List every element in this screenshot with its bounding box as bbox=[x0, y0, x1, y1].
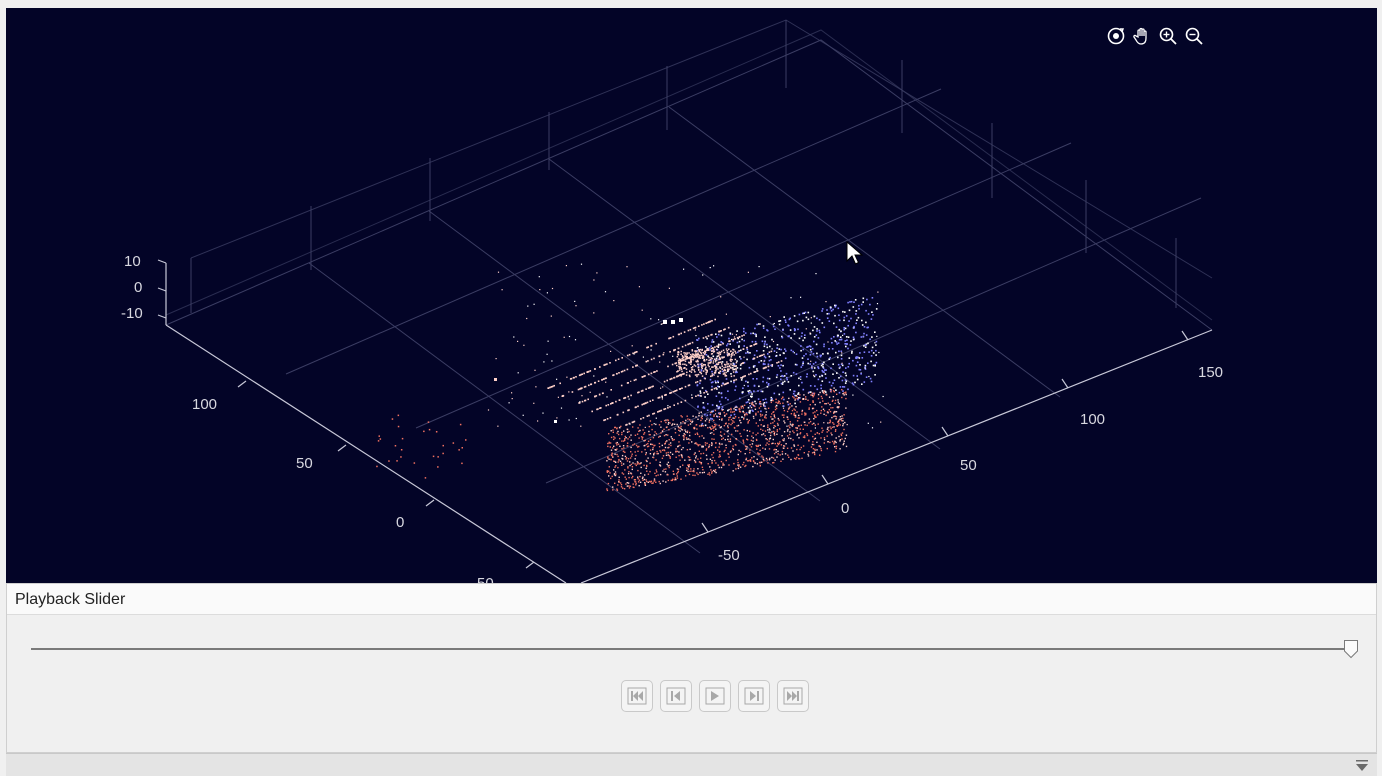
axis-tick-labels: 10 0 -10 100 50 0 -50 -50 0 50 100 150 bbox=[121, 253, 1223, 583]
step-forward-icon bbox=[744, 687, 764, 705]
lidar-point-cloud bbox=[376, 263, 884, 492]
z-tick-label: 10 bbox=[124, 253, 141, 270]
playback-controls bbox=[621, 680, 809, 712]
x-tick-label: -50 bbox=[718, 547, 740, 564]
y-tick-label: 100 bbox=[192, 396, 217, 413]
play-button[interactable] bbox=[699, 680, 731, 712]
zoom-in-icon[interactable] bbox=[1156, 24, 1180, 48]
pan-icon[interactable] bbox=[1130, 24, 1154, 48]
rotate-icon[interactable] bbox=[1104, 24, 1128, 48]
x-tick-label: 150 bbox=[1198, 364, 1223, 381]
panel-title: Playback Slider bbox=[7, 584, 1376, 615]
skip-to-start-icon bbox=[627, 687, 647, 705]
bottom-strip bbox=[6, 753, 1377, 776]
y-tick-label: 50 bbox=[296, 455, 313, 472]
y-tick-label: 0 bbox=[396, 514, 404, 531]
expand-arrow-icon[interactable] bbox=[1355, 760, 1369, 772]
z-tick-label: -10 bbox=[121, 305, 143, 322]
x-tick-label: 50 bbox=[960, 457, 977, 474]
z-tick-label: 0 bbox=[134, 279, 142, 296]
playback-panel: Playback Slider bbox=[6, 583, 1377, 753]
last-frame-button[interactable] bbox=[777, 680, 809, 712]
y-tick-label: -50 bbox=[472, 575, 494, 583]
axes-toolbar bbox=[1104, 24, 1206, 48]
step-back-icon bbox=[666, 687, 686, 705]
next-frame-button[interactable] bbox=[738, 680, 770, 712]
play-icon bbox=[705, 687, 725, 705]
x-tick-label: 0 bbox=[841, 500, 849, 517]
skip-to-end-icon bbox=[783, 687, 803, 705]
previous-frame-button[interactable] bbox=[660, 680, 692, 712]
first-frame-button[interactable] bbox=[621, 680, 653, 712]
point-cloud-axes[interactable]: 10 0 -10 100 50 0 -50 -50 0 50 100 150 bbox=[6, 8, 1377, 583]
playback-slider-thumb[interactable] bbox=[1343, 639, 1359, 659]
zoom-out-icon[interactable] bbox=[1182, 24, 1206, 48]
x-tick-label: 100 bbox=[1080, 411, 1105, 428]
axes-grid bbox=[165, 19, 1213, 554]
axis-lines bbox=[157, 259, 1213, 583]
mouse-cursor-icon bbox=[846, 241, 864, 265]
point-cloud-viewer[interactable]: 10 0 -10 100 50 0 -50 -50 0 50 100 150 bbox=[6, 8, 1377, 583]
playback-slider-track[interactable] bbox=[31, 648, 1351, 650]
